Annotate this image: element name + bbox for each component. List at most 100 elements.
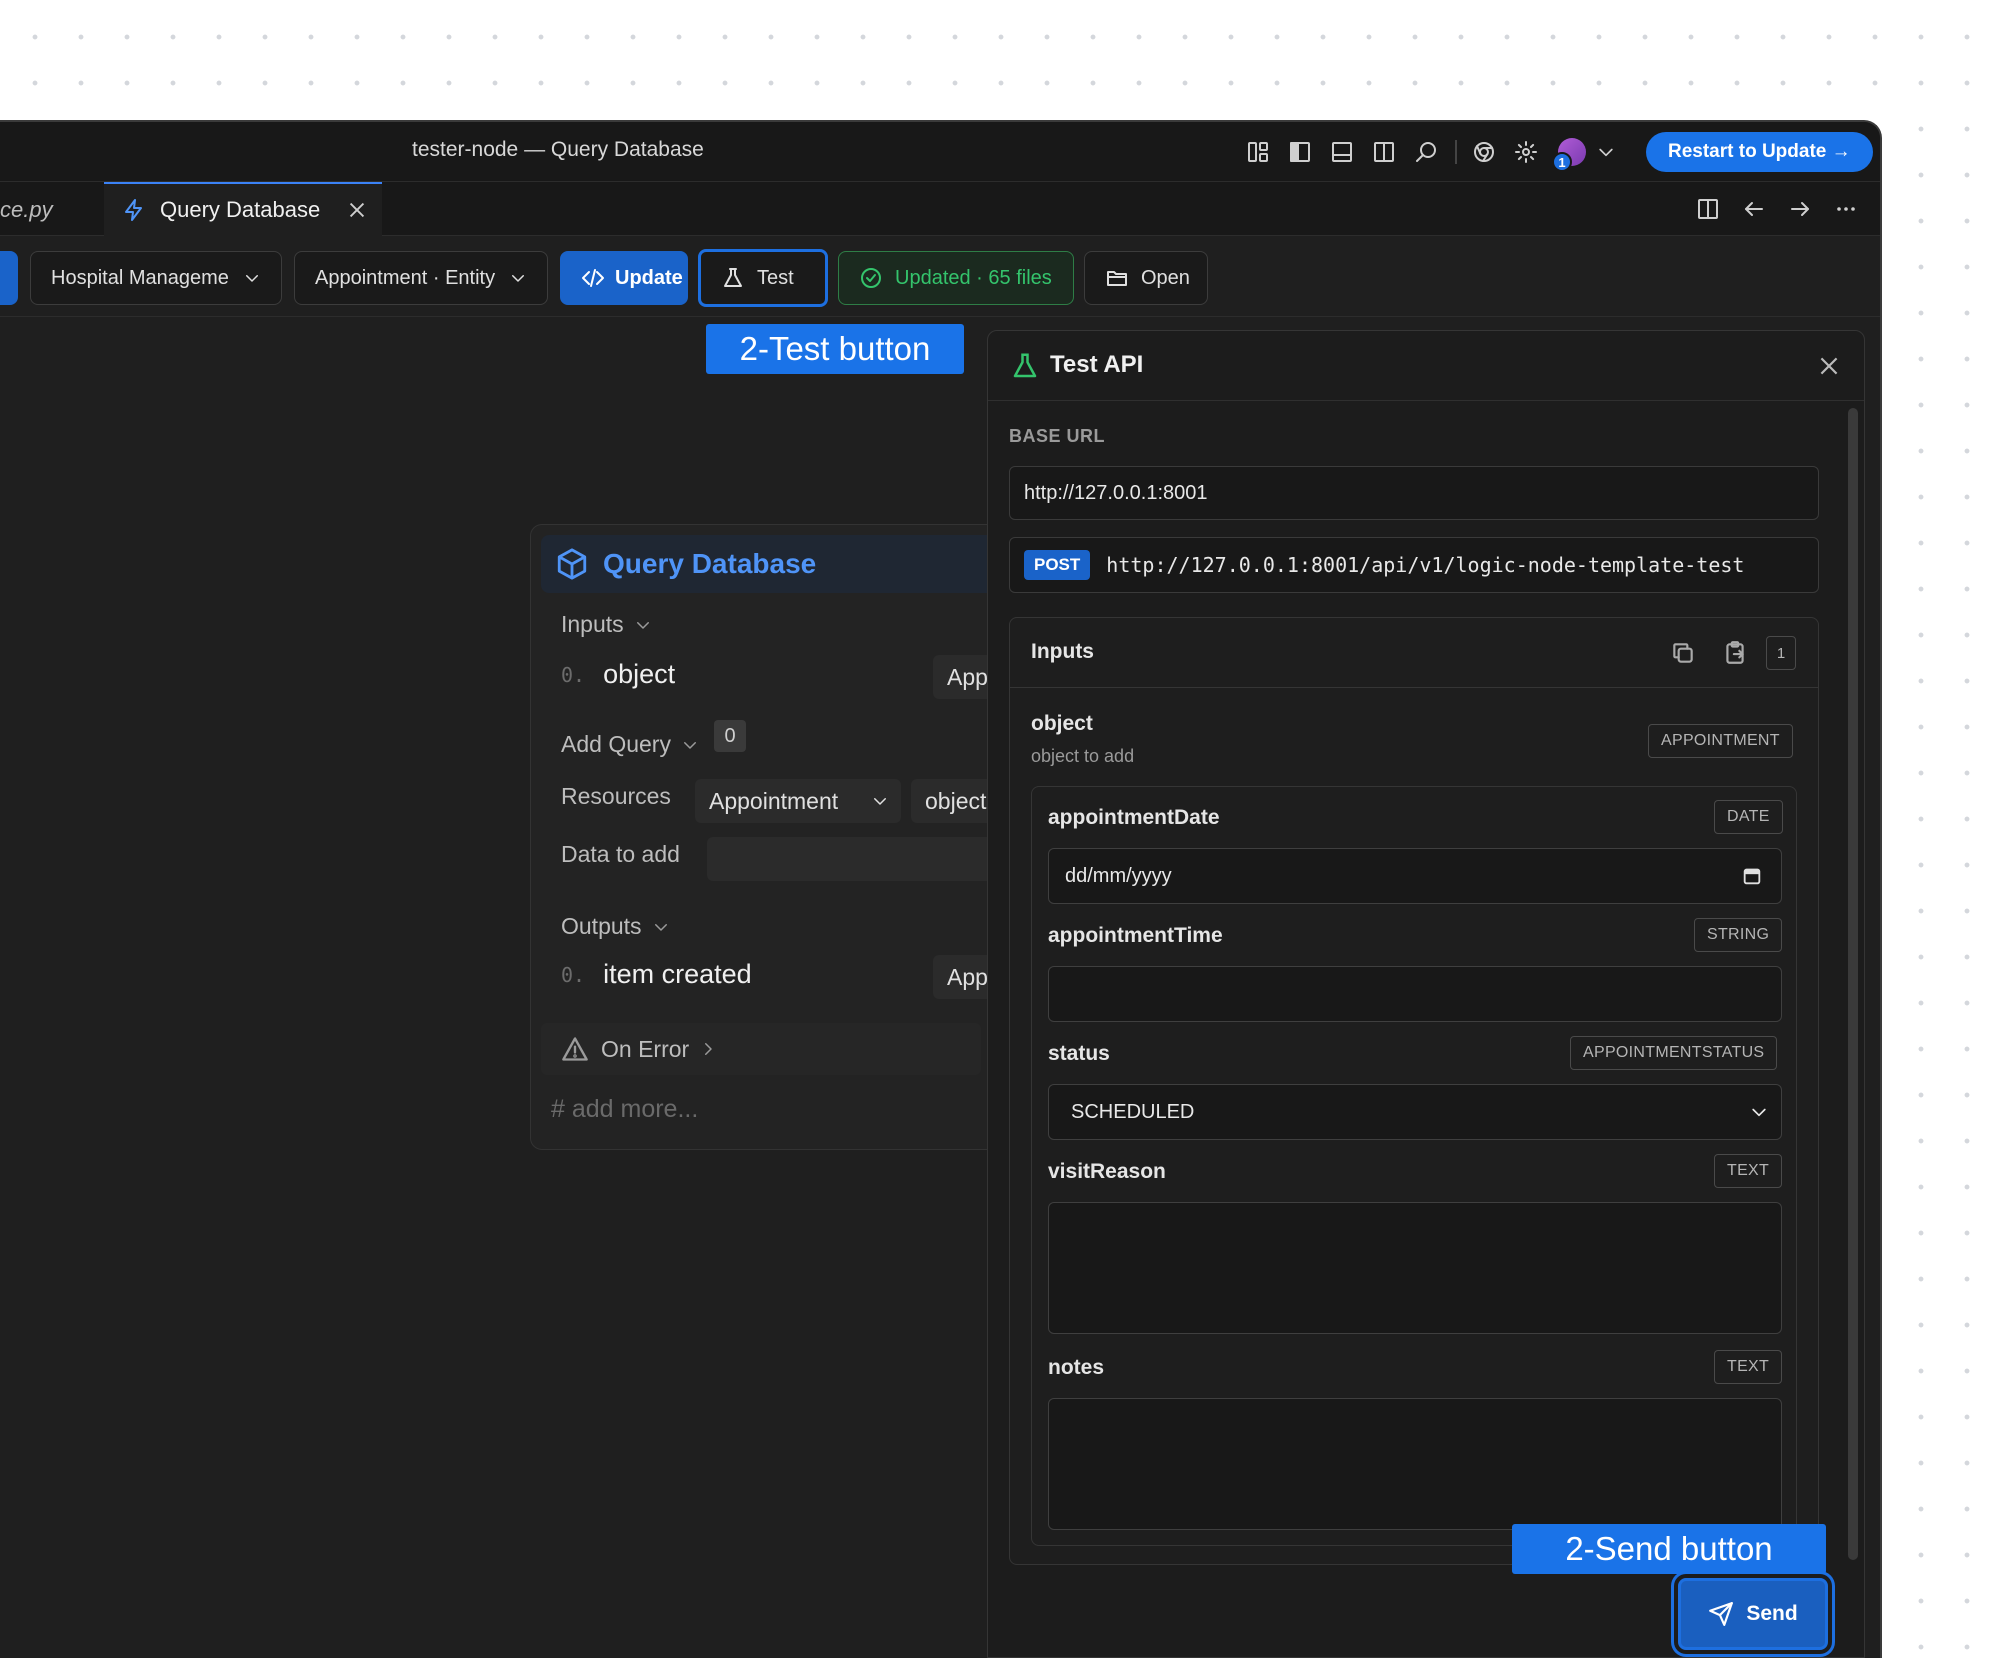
test-button[interactable]: Test	[698, 249, 828, 307]
add-query-label: Add Query	[561, 731, 671, 757]
data-to-add-field[interactable]	[707, 837, 999, 881]
node-add-query-section[interactable]: Add Query	[561, 731, 699, 758]
toolbar-left-button[interactable]	[0, 251, 18, 305]
status-badge: Updated · 65 files	[838, 251, 1074, 305]
base-url-input[interactable]: http://127.0.0.1:8001	[1009, 466, 1819, 520]
chevron-down-icon	[512, 275, 524, 282]
data-to-add-label: Data to add	[561, 841, 680, 867]
tab-label: Query Database	[160, 197, 321, 222]
notes-textarea[interactable]	[1048, 1398, 1782, 1530]
notes-type-chip: TEXT	[1714, 1350, 1783, 1384]
close-icon[interactable]	[346, 199, 368, 221]
appointment-date-input[interactable]: dd/mm/yyyy	[1048, 848, 1782, 904]
input-name: object	[603, 659, 676, 689]
chevron-down-icon	[246, 275, 258, 282]
restart-to-update-button[interactable]: Restart to Update →	[1646, 132, 1873, 172]
visit-reason-label: visitReason	[1048, 1160, 1166, 1183]
outputs-section-label: Outputs	[561, 913, 642, 939]
resources-label: Resources	[561, 783, 671, 809]
tab-bar: ce.py Query Database	[0, 182, 1880, 236]
calendar-icon[interactable]	[1741, 865, 1763, 887]
node-inputs-section[interactable]: Inputs	[561, 611, 652, 638]
output-index: 0.	[561, 962, 586, 987]
data-to-add-value: 0	[714, 720, 746, 752]
gear-icon[interactable]	[1512, 138, 1540, 166]
chevron-down-icon[interactable]	[1592, 138, 1620, 166]
on-error-label: On Error	[601, 1035, 690, 1062]
node-header: Query Database	[541, 535, 999, 593]
project-select-value: Hospital Manageme	[51, 266, 229, 289]
node-outputs-section[interactable]: Outputs	[561, 913, 670, 940]
test-label: Test	[757, 266, 794, 289]
status-type-chip: APPOINTMENTSTATUS	[1570, 1036, 1778, 1070]
code-icon	[582, 269, 604, 287]
resources-row: Resources	[561, 783, 671, 810]
status-label: Updated · 65 files	[895, 266, 1052, 289]
arrow-left-icon[interactable]	[1740, 195, 1768, 223]
panel-scrollbar[interactable]	[1848, 408, 1858, 1560]
avatar-badge: 1	[1552, 152, 1572, 172]
endpoint-field[interactable]: POST http://127.0.0.1:8001/api/v1/logic-…	[1009, 537, 1819, 593]
open-label: Open	[1141, 266, 1190, 289]
send-icon	[1709, 1602, 1734, 1626]
status-select-value: SCHEDULED	[1071, 1100, 1195, 1123]
toggle-sidebar-icon[interactable]	[1286, 138, 1314, 166]
add-more-row[interactable]: # add more...	[551, 1095, 698, 1124]
inputs-box-title: Inputs	[1031, 640, 1094, 663]
notes-label: notes	[1048, 1356, 1105, 1379]
chevron-down-icon	[1752, 1108, 1766, 1117]
tab-query-database[interactable]: Query Database	[104, 182, 382, 236]
visit-reason-type-chip: TEXT	[1714, 1154, 1783, 1188]
layout-customize-icon[interactable]	[1244, 138, 1272, 166]
window-title: tester-node — Query Database	[412, 138, 704, 161]
send-button-callout: 2-Send button	[1512, 1524, 1826, 1574]
chevron-down-icon	[683, 741, 696, 749]
on-error-row[interactable]: On Error	[541, 1023, 981, 1075]
entity-select-value: Appointment · Entity	[315, 266, 496, 289]
folder-open-icon	[1107, 271, 1127, 286]
toggle-secondary-sidebar-icon[interactable]	[1370, 138, 1398, 166]
send-button[interactable]: Send	[1678, 1578, 1828, 1650]
node-input-row[interactable]: 0. object	[561, 659, 675, 690]
inputs-section-label: Inputs	[561, 611, 624, 637]
open-button[interactable]: Open	[1084, 251, 1208, 305]
more-actions-icon[interactable]	[1832, 195, 1860, 223]
search-icon[interactable]	[1412, 138, 1440, 166]
arrow-right-icon[interactable]	[1786, 195, 1814, 223]
test-button-callout: 2-Test button	[706, 324, 964, 374]
close-icon[interactable]	[1816, 353, 1842, 379]
status-select[interactable]: SCHEDULED	[1048, 1084, 1782, 1140]
add-more-text: # add more...	[551, 1095, 699, 1123]
update-label: Update	[615, 266, 683, 289]
inputs-box-header: Inputs 1	[1010, 618, 1818, 688]
endpoint-url: http://127.0.0.1:8001/api/v1/logic-node-…	[1106, 553, 1745, 577]
status-label: status	[1048, 1042, 1110, 1065]
chevron-right-icon	[705, 1043, 712, 1055]
update-button[interactable]: Update	[560, 251, 688, 305]
chrome-icon[interactable]	[1470, 138, 1498, 166]
paste-icon[interactable]	[1722, 640, 1748, 666]
method-badge: POST	[1024, 550, 1091, 580]
copy-icon[interactable]	[1670, 640, 1696, 666]
data-to-add-row: Data to add	[561, 841, 680, 868]
node-output-row[interactable]: 0. item created	[561, 959, 752, 990]
toggle-panel-icon[interactable]	[1328, 138, 1356, 166]
resources-select[interactable]: Appointment	[695, 779, 901, 823]
send-label: Send	[1746, 1602, 1798, 1625]
visit-reason-textarea[interactable]	[1048, 1202, 1782, 1334]
appointment-time-input[interactable]	[1048, 966, 1782, 1022]
flask-icon	[724, 268, 742, 287]
panel-header: Test API	[988, 331, 1864, 401]
inputs-count-badge: 1	[1766, 636, 1796, 670]
cube-icon	[557, 548, 587, 580]
tab-previous-file[interactable]: ce.py	[0, 197, 53, 223]
panel-title: Test API	[1050, 351, 1144, 378]
entity-select[interactable]: Appointment · Entity	[294, 251, 548, 305]
toolbar-divider	[1455, 140, 1457, 164]
appointment-date-placeholder: dd/mm/yyyy	[1065, 864, 1172, 887]
flask-icon	[1013, 353, 1037, 378]
project-select[interactable]: Hospital Manageme	[30, 251, 282, 305]
split-editor-icon[interactable]	[1694, 195, 1722, 223]
object-label: object	[1031, 712, 1093, 735]
check-circle-icon	[861, 268, 881, 288]
